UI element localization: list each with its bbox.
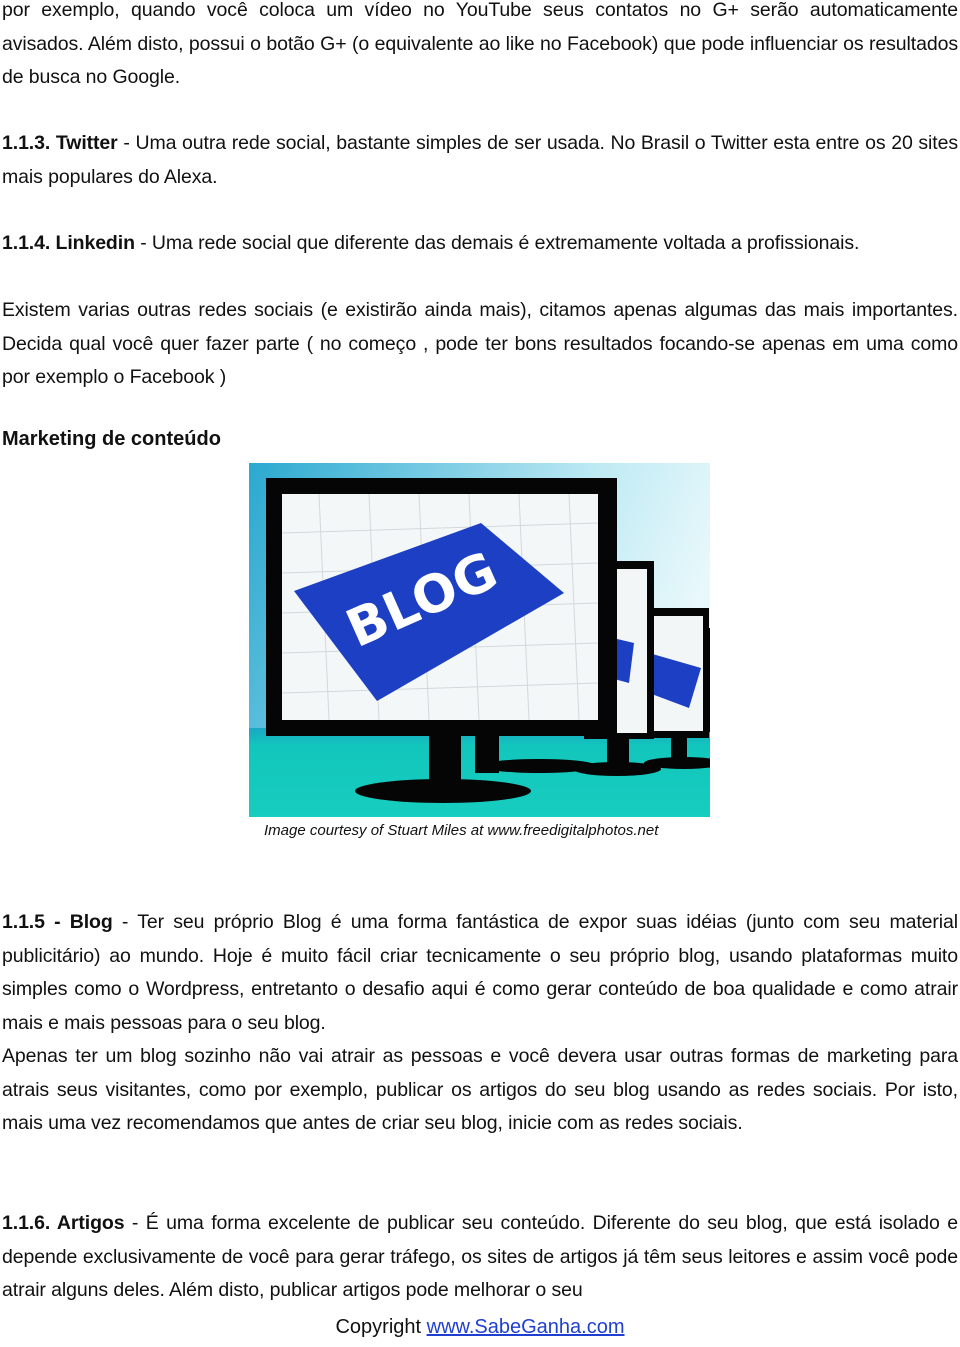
paragraph-blog: 1.1.5 - Blog - Ter seu próprio Blog é um…: [2, 906, 958, 1040]
section-heading: Marketing de conteúdo: [2, 428, 221, 450]
paragraph-twitter: 1.1.3. Twitter - Uma outra rede social, …: [2, 127, 958, 194]
twitter-text: - Uma outra rede social, bastante simple…: [2, 132, 958, 188]
blog-monitors-image: BLOG: [249, 463, 710, 817]
paragraph-blog-more: Apenas ter um blog sozinho não vai atrai…: [2, 1045, 958, 1134]
linkedin-label: 1.1.4. Linkedin: [2, 232, 135, 254]
paragraph-artigos: 1.1.6. Artigos - É uma forma excelente d…: [2, 1207, 958, 1308]
image-caption: Image courtesy of Stuart Miles at www.fr…: [264, 822, 659, 839]
blog-label: 1.1.5 - Blog: [2, 911, 113, 933]
page-footer: Copyright www.SabeGanha.com: [0, 1316, 960, 1339]
blog-text: - Ter seu próprio Blog é uma forma fantá…: [2, 911, 958, 1034]
artigos-label: 1.1.6. Artigos: [2, 1212, 125, 1234]
artigos-text: - É uma forma excelente de publicar seu …: [2, 1212, 958, 1301]
sabeganha-link[interactable]: www.SabeGanha.com: [427, 1316, 625, 1338]
copyright-text: Copyright: [335, 1316, 427, 1338]
paragraph-linkedin: 1.1.4. Linkedin - Uma rede social que di…: [2, 227, 958, 261]
paragraph-google-plus: por exemplo, quando você coloca um vídeo…: [2, 0, 958, 88]
paragraph-other-networks: Existem varias outras redes sociais (e e…: [2, 299, 958, 388]
blog-illustration: BLOG: [249, 463, 710, 817]
twitter-label: 1.1.3. Twitter: [2, 132, 118, 154]
linkedin-text: - Uma rede social que diferente das dema…: [134, 232, 860, 254]
